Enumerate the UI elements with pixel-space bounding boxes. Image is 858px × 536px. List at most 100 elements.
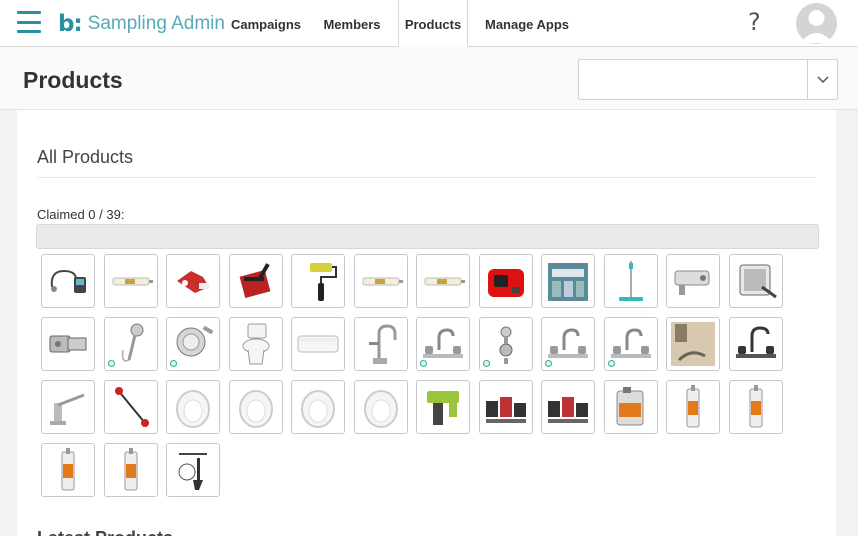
product-tile[interactable] xyxy=(666,317,720,371)
garden-tools-icon xyxy=(178,453,207,490)
cabinet-hinge-icon xyxy=(49,335,87,353)
product-tile[interactable] xyxy=(291,254,345,308)
top-navbar: b: Sampling Admin Campaigns Members Prod… xyxy=(0,0,858,48)
product-tile[interactable] xyxy=(728,254,783,308)
sealant-tube-icon xyxy=(61,448,75,491)
menu-icon[interactable] xyxy=(17,11,41,33)
section-title: All Products xyxy=(37,147,134,167)
sealant-tube-icon xyxy=(686,385,700,428)
power-tool-kit-icon xyxy=(485,397,526,423)
product-tile[interactable] xyxy=(166,254,220,308)
variant-badge-icon xyxy=(482,360,490,367)
product-tile[interactable] xyxy=(416,380,470,434)
caulk-tube-icon xyxy=(362,277,403,286)
drywall-tool-icon xyxy=(674,270,710,295)
product-tile[interactable] xyxy=(728,317,783,371)
power-tool-kit-icon xyxy=(548,397,588,423)
spray-mop-icon xyxy=(618,261,643,301)
product-tile[interactable] xyxy=(541,254,595,308)
product-tile[interactable] xyxy=(728,380,783,434)
product-tile[interactable] xyxy=(353,254,408,308)
toilet-icon xyxy=(242,323,269,365)
logo-mark: b: xyxy=(58,11,83,37)
variant-badge-icon xyxy=(170,360,177,367)
product-tile[interactable] xyxy=(41,317,95,371)
divider xyxy=(37,177,816,178)
sealant-jug-icon xyxy=(616,387,643,426)
product-tile[interactable] xyxy=(103,254,158,308)
sealant-tube-icon xyxy=(749,385,762,428)
product-tile[interactable] xyxy=(291,380,345,434)
logo-text: Sampling Admin xyxy=(87,13,225,34)
page-title: Products xyxy=(23,67,123,93)
inspection-camera-icon xyxy=(50,269,86,293)
product-tile[interactable] xyxy=(228,317,283,371)
product-tile[interactable] xyxy=(166,443,220,497)
product-tile[interactable] xyxy=(666,380,720,434)
bathroom-photo-icon xyxy=(671,322,715,366)
products-panel: All Products Claimed 0 / 39: Latest Prod… xyxy=(17,110,836,536)
scraper-icon xyxy=(239,263,270,298)
chevron-down-icon[interactable] xyxy=(807,60,837,99)
tool-case-icon xyxy=(739,264,777,299)
question-icon[interactable]: ? xyxy=(748,8,761,36)
product-tile[interactable] xyxy=(228,380,283,434)
product-tile[interactable] xyxy=(353,317,408,371)
product-tile[interactable] xyxy=(103,317,158,371)
caulk-tube-icon xyxy=(424,277,465,286)
product-tile[interactable] xyxy=(603,317,658,371)
red-tool-icon xyxy=(177,271,209,293)
tab-manage-apps[interactable]: Manage Apps xyxy=(476,0,578,47)
claimed-progress-bar xyxy=(36,224,819,249)
paint-roller-icon xyxy=(310,263,337,301)
claimed-count: Claimed 0 / 39: xyxy=(37,207,125,222)
tab-products[interactable]: Products xyxy=(398,0,468,48)
chrome-faucet-icon xyxy=(50,393,85,425)
product-tile[interactable] xyxy=(603,254,658,308)
variant-badge-icon xyxy=(420,360,427,367)
product-box-icon xyxy=(548,263,588,301)
page-header: Products xyxy=(0,47,858,110)
product-tile[interactable] xyxy=(103,443,158,497)
toilet-seat-icon xyxy=(176,390,210,428)
toilet-seat-icon xyxy=(363,390,398,428)
product-tile[interactable] xyxy=(41,443,95,497)
user-avatar-icon[interactable] xyxy=(796,3,837,44)
product-tile[interactable] xyxy=(103,380,158,434)
tab-campaigns[interactable]: Campaigns xyxy=(222,0,310,47)
product-tile[interactable] xyxy=(41,254,95,308)
latest-products-title: Latest Products xyxy=(37,528,173,536)
product-tile[interactable] xyxy=(478,317,533,371)
product-tile[interactable] xyxy=(666,254,720,308)
toilet-seat-icon xyxy=(301,390,335,428)
variant-badge-icon xyxy=(545,360,552,367)
product-tile[interactable] xyxy=(41,380,95,434)
sealant-tube-icon xyxy=(124,448,137,491)
generator-icon xyxy=(487,269,524,297)
product-filter-select[interactable] xyxy=(578,59,838,100)
caulk-tube-icon xyxy=(112,277,153,286)
product-tile[interactable] xyxy=(541,380,595,434)
nail-gun-icon xyxy=(427,391,459,425)
product-tile[interactable] xyxy=(603,380,658,434)
bathtub-icon xyxy=(297,335,339,353)
variant-badge-icon xyxy=(107,360,115,367)
variant-badge-icon xyxy=(607,360,615,367)
product-tile[interactable] xyxy=(228,254,283,308)
app-logo[interactable]: b: Sampling Admin xyxy=(58,10,225,38)
product-tile[interactable] xyxy=(416,317,470,371)
product-tile[interactable] xyxy=(166,380,220,434)
product-grid xyxy=(41,254,801,497)
product-tile[interactable] xyxy=(416,254,470,308)
dark-faucet-icon xyxy=(735,326,776,358)
kitchen-faucet-icon xyxy=(368,324,396,364)
tab-members[interactable]: Members xyxy=(313,0,391,47)
product-tile[interactable] xyxy=(478,254,533,308)
product-tile[interactable] xyxy=(291,317,345,371)
string-trimmer-icon xyxy=(114,387,149,427)
toilet-seat-icon xyxy=(238,390,273,428)
product-tile[interactable] xyxy=(166,317,220,371)
product-tile[interactable] xyxy=(353,380,408,434)
product-tile[interactable] xyxy=(478,380,533,434)
product-tile[interactable] xyxy=(541,317,595,371)
